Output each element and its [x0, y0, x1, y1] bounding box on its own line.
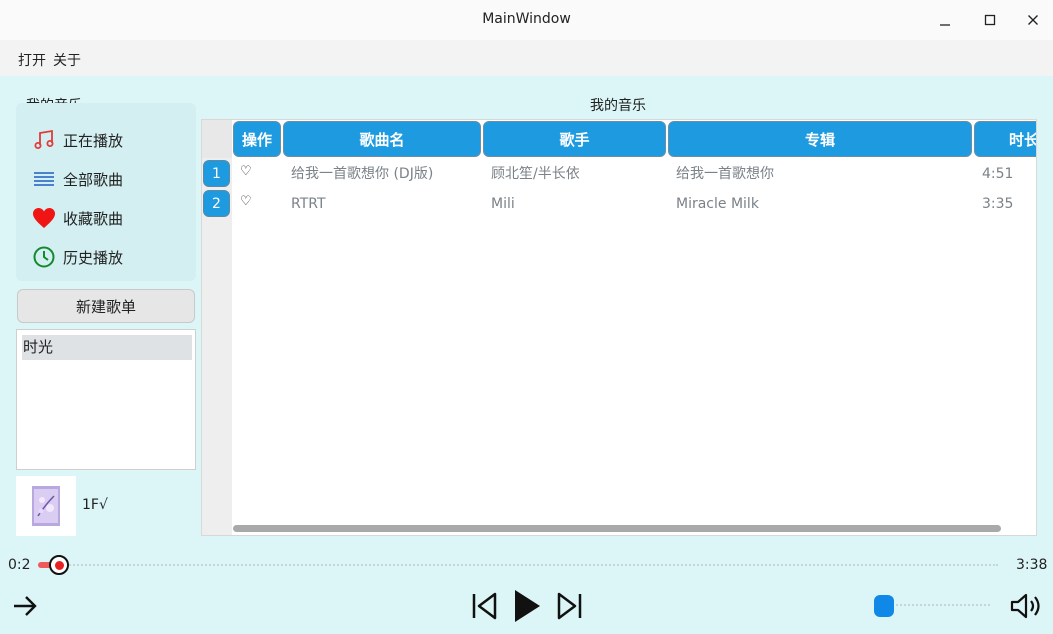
next-button[interactable]	[554, 590, 586, 622]
sidebar-item-label: 收藏歌曲	[63, 209, 124, 228]
menu-open[interactable]: 打开	[17, 48, 47, 72]
current-time: 0:2	[8, 557, 31, 573]
table-title: 我的音乐	[590, 98, 646, 114]
artist-cell[interactable]: 顾北笙/半长依	[491, 159, 580, 189]
new-playlist-button[interactable]: 新建歌单	[17, 289, 195, 323]
skip-next-icon	[557, 592, 582, 620]
artist-cell[interactable]: Mili	[491, 189, 515, 219]
progress-handle[interactable]	[49, 555, 69, 575]
skip-previous-icon	[472, 592, 497, 620]
column-header-artist[interactable]: 歌手	[483, 121, 666, 157]
sidebar-item-label: 全部歌曲	[63, 170, 124, 189]
duration-cell[interactable]: 4:51	[982, 159, 1013, 189]
volume-handle[interactable]	[874, 595, 894, 617]
row-number[interactable]: 2	[203, 190, 230, 217]
total-time: 3:38	[1016, 557, 1048, 573]
menu-about[interactable]: 关于	[52, 48, 82, 72]
volume-icon	[1010, 593, 1040, 619]
title-bar: MainWindow	[0, 0, 1053, 40]
play-button[interactable]	[509, 588, 545, 624]
minimize-button[interactable]	[933, 8, 957, 32]
close-button[interactable]	[1021, 8, 1045, 32]
window-title: MainWindow	[482, 11, 571, 27]
sidebar-item-all-songs[interactable]: 全部歌曲	[32, 164, 123, 194]
menu-bar: 打开 关于	[0, 40, 1053, 76]
play-mode-button[interactable]	[10, 592, 40, 620]
column-header-duration[interactable]: 时长	[974, 121, 1036, 157]
maximize-button[interactable]	[978, 8, 1002, 32]
sidebar-item-favorites[interactable]: 收藏歌曲	[32, 203, 123, 233]
playlist-item[interactable]: 时光	[22, 335, 192, 360]
arrow-right-icon	[14, 596, 37, 616]
close-icon	[1028, 15, 1038, 25]
row-number[interactable]: 1	[203, 160, 230, 187]
horizontal-scrollbar[interactable]	[233, 525, 1001, 532]
song-title-cell[interactable]: RTRT	[291, 189, 326, 219]
previous-button[interactable]	[468, 590, 500, 622]
volume-track[interactable]	[884, 604, 990, 606]
column-header-album[interactable]: 专辑	[668, 121, 972, 157]
list-icon	[32, 167, 56, 191]
clock-icon	[32, 245, 56, 269]
duration-cell[interactable]: 3:35	[982, 189, 1013, 219]
column-header-song[interactable]: 歌曲名	[283, 121, 481, 157]
album-art-icon	[32, 486, 60, 526]
music-note-icon	[32, 128, 56, 152]
heart-icon	[32, 206, 56, 230]
song-title-cell[interactable]: 给我一首歌想你 (DJ版)	[291, 159, 433, 189]
column-header-action[interactable]: 操作	[233, 121, 281, 157]
playlist-list: 时光	[16, 329, 196, 470]
minimize-icon	[940, 24, 950, 26]
sidebar-item-label: 正在播放	[63, 131, 124, 150]
maximize-icon	[984, 14, 996, 26]
album-cell[interactable]: Miracle Milk	[676, 189, 759, 219]
sidebar-item-history[interactable]: 历史播放	[32, 242, 123, 272]
now-playing-title: 1F√	[82, 497, 108, 513]
album-cell[interactable]: 给我一首歌想你	[676, 159, 774, 189]
song-table: 操作 歌曲名 歌手 专辑 时长 1 ♡ 给我一首歌想你 (DJ版) 顾北笙/半长…	[201, 119, 1037, 536]
favorite-heart-icon[interactable]: ♡	[240, 194, 252, 209]
play-icon	[515, 590, 540, 622]
sidebar-item-now-playing[interactable]: 正在播放	[32, 125, 123, 155]
sidebar-nav: 正在播放 全部歌曲 收藏歌曲 历史播放	[16, 103, 196, 281]
album-cover[interactable]	[16, 476, 76, 536]
sidebar-item-label: 历史播放	[63, 248, 124, 267]
favorite-heart-icon[interactable]: ♡	[240, 164, 252, 179]
progress-track[interactable]	[38, 564, 998, 566]
volume-button[interactable]	[1008, 590, 1046, 622]
table-corner	[202, 120, 232, 158]
